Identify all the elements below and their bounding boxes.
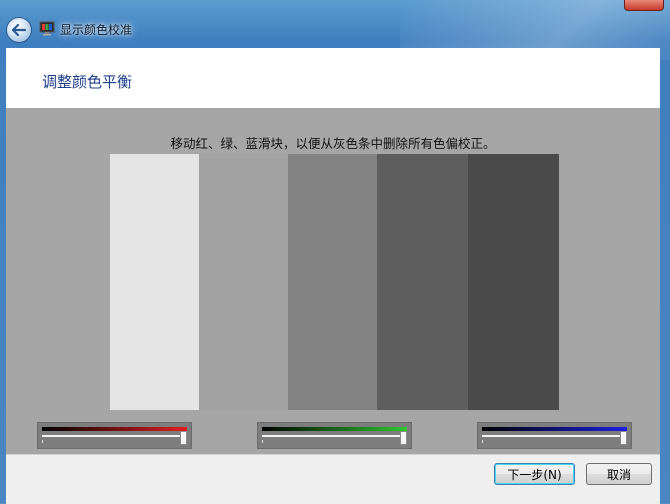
green-gradient xyxy=(262,427,407,431)
slider-ticks xyxy=(482,440,627,443)
next-button[interactable]: 下一步(N) xyxy=(494,463,575,485)
gray-bar xyxy=(468,154,559,410)
gray-bar xyxy=(110,154,199,410)
header-panel: 调整颜色平衡 xyxy=(6,48,660,108)
slider-rail xyxy=(482,435,627,437)
cancel-button[interactable]: 取消 xyxy=(586,463,652,485)
blue-gradient xyxy=(482,427,627,431)
green-slider-thumb[interactable] xyxy=(400,431,407,445)
back-button[interactable] xyxy=(6,17,32,43)
red-slider-thumb[interactable] xyxy=(180,431,187,445)
gray-bar xyxy=(288,154,377,410)
green-slider[interactable] xyxy=(257,422,412,449)
display-calibration-icon xyxy=(39,21,55,36)
gray-bar xyxy=(377,154,468,410)
slider-ticks xyxy=(262,440,407,443)
slider-rail xyxy=(262,435,407,437)
content-area: 调整颜色平衡 移动红、绿、蓝滑块，以便从灰色条中删除所有色偏校正。 下一步(N)… xyxy=(6,48,660,504)
slider-ticks xyxy=(42,440,187,443)
title-bar: 显示颜色校准 xyxy=(0,0,670,48)
page-title: 调整颜色平衡 xyxy=(42,73,133,91)
red-gradient xyxy=(42,427,187,431)
footer: 下一步(N) 取消 xyxy=(6,454,660,504)
blue-slider[interactable] xyxy=(477,422,632,449)
calibration-window: 显示颜色校准 调整颜色平衡 移动红、绿、蓝滑块，以便从灰色条中删除所有色偏校正。… xyxy=(0,0,670,504)
window-title: 显示颜色校准 xyxy=(60,23,133,37)
slider-rail xyxy=(42,435,187,437)
gray-bar xyxy=(199,154,288,410)
back-arrow-icon xyxy=(12,24,26,36)
instruction-text: 移动红、绿、蓝滑块，以便从灰色条中删除所有色偏校正。 xyxy=(170,136,496,151)
red-slider[interactable] xyxy=(37,422,192,449)
blue-slider-thumb[interactable] xyxy=(620,431,627,445)
